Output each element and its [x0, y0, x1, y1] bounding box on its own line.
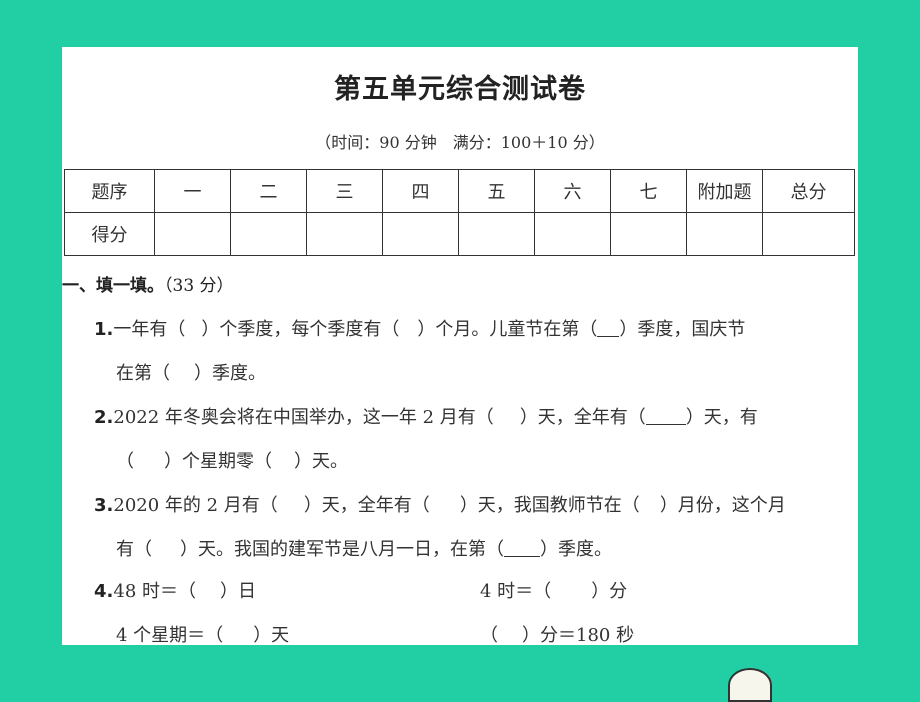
question-text: 4 个星期＝（: [116, 625, 224, 645]
question-4-item-a: 4.48 时＝（ ）日: [94, 577, 256, 603]
header-cell: 总分: [762, 169, 855, 213]
question-text: ）天，有: [685, 407, 758, 428]
question-number: 1.: [94, 319, 114, 340]
question-4-item-d: （ ）分＝180 秒: [480, 621, 634, 645]
question-text: 在第（: [116, 363, 170, 384]
mascot-decoration: [728, 668, 772, 702]
question-4-item-b: 4 时＝（ ）分: [480, 577, 627, 603]
question-text: ）天。我国的建军节是八月一日，在第（: [180, 539, 504, 560]
header-cell: 三: [306, 169, 383, 213]
header-cell: 五: [458, 169, 535, 213]
question-number: 2.: [94, 407, 114, 428]
score-row-label: 得分: [64, 212, 155, 256]
question-text: ）季度。: [540, 539, 612, 560]
question-3-line-1: 3.2020 年的 2 月有（ ）天，全年有（ ）天，我国教师节在（ ）月份，这个月: [94, 491, 786, 517]
question-text: 一年有（: [113, 319, 186, 340]
score-cell: [382, 212, 459, 256]
header-cell: 四: [382, 169, 459, 213]
score-cell: [610, 212, 687, 256]
question-number: 4.: [94, 581, 114, 602]
question-text: 2022 年冬奥会将在中国举办，这一年 2 月有（: [113, 407, 494, 428]
question-text: ）个星期零（: [164, 451, 272, 472]
header-cell: 一: [154, 169, 231, 213]
question-text: ）月份，这个月: [659, 495, 786, 516]
score-cell: [230, 212, 307, 256]
question-text: 有（: [116, 539, 152, 560]
question-1-line-2: 在第（ ）季度。: [116, 359, 266, 385]
question-text: ）天，我国教师节在（: [459, 495, 640, 516]
question-4-item-c: 4 个星期＝（ ）天: [116, 621, 289, 645]
question-text: ）天，全年有（: [519, 407, 646, 428]
header-cell: 二: [230, 169, 307, 213]
question-text: 48 时＝（: [113, 581, 197, 602]
question-text: ）天。: [294, 451, 348, 472]
question-text: 2020 年的 2 月有（: [113, 495, 278, 516]
question-text: ）季度，国庆节: [619, 319, 746, 340]
question-text: 4 时＝（: [480, 581, 552, 602]
score-cell: [534, 212, 611, 256]
score-table: 题序 一 二 三 四 五 六 七 附加题 总分 得分: [64, 169, 855, 256]
question-text: ）个季度，每个季度有（: [201, 319, 400, 340]
question-text: ）个月。儿童节在第（: [417, 319, 598, 340]
exam-info: （时间：90 分钟 满分：100＋10 分）: [315, 133, 605, 152]
question-text: ）天: [253, 625, 290, 645]
score-cell: [762, 212, 855, 256]
question-2-line-2: （ ）个星期零（ ）天。: [116, 447, 348, 473]
question-text: ）日: [220, 581, 257, 602]
question-text: ）季度。: [194, 363, 266, 384]
score-cell: [686, 212, 763, 256]
score-cell: [306, 212, 383, 256]
header-cell: 六: [534, 169, 611, 213]
question-3-line-2: 有（ ）天。我国的建军节是八月一日，在第（ ）季度。: [116, 535, 612, 561]
score-cell: [458, 212, 535, 256]
header-cell: 附加题: [686, 169, 763, 213]
score-table-score-row: 得分: [64, 212, 855, 256]
question-1-line-1: 1.一年有（ ）个季度，每个季度有（ ）个月。儿童节在第（ ）季度，国庆节: [94, 315, 745, 341]
page-title: 第五单元综合测试卷: [334, 74, 586, 105]
section-heading: 一、填一填。（33 分）: [62, 271, 234, 296]
question-text: ）天，全年有（: [303, 495, 430, 516]
header-cell: 题序: [64, 169, 155, 213]
section-points: （33 分）: [164, 276, 234, 296]
header-cell: 七: [610, 169, 687, 213]
question-number: 3.: [94, 495, 114, 516]
question-text: ）分: [591, 581, 628, 602]
worksheet-page: 第五单元综合测试卷 （时间：90 分钟 满分：100＋10 分） 题序 一 二 …: [62, 47, 858, 645]
question-text: （: [116, 451, 134, 472]
question-text: ）分＝180 秒: [522, 625, 635, 645]
section-label: 一、填一填。: [62, 276, 164, 296]
question-2-line-1: 2.2022 年冬奥会将在中国举办，这一年 2 月有（ ）天，全年有（ ）天，有: [94, 403, 758, 429]
question-text: （: [480, 625, 498, 645]
score-cell: [154, 212, 231, 256]
score-table-header-row: 题序 一 二 三 四 五 六 七 附加题 总分: [64, 169, 855, 213]
